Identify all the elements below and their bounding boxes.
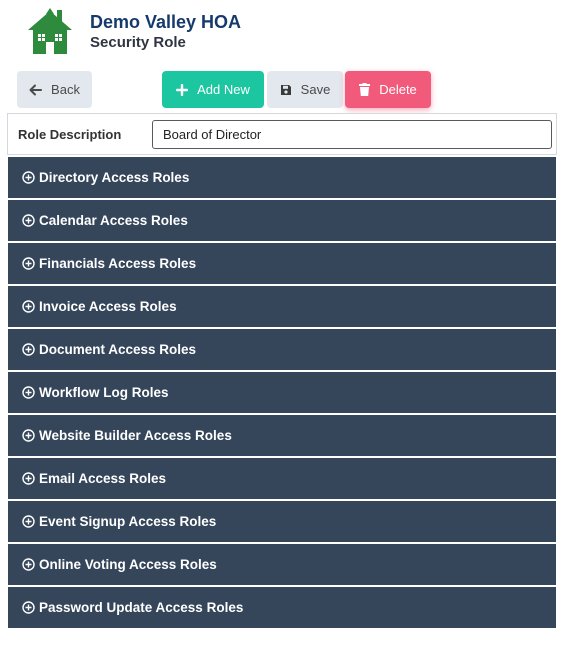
arrow-left-icon — [29, 84, 43, 95]
section-label: Password Update Access Roles — [39, 600, 244, 615]
plus-icon — [176, 83, 189, 96]
back-button[interactable]: Back — [17, 71, 92, 108]
delete-button[interactable]: Delete — [345, 71, 431, 108]
back-label: Back — [51, 82, 80, 97]
circle-plus-icon — [22, 429, 35, 442]
circle-plus-icon — [22, 386, 35, 399]
access-role-sections: Directory Access Roles Calendar Access Ro… — [8, 157, 556, 630]
section-label: Event Signup Access Roles — [39, 514, 217, 529]
page-title: Security Role — [90, 34, 186, 51]
circle-plus-icon — [22, 300, 35, 313]
section-header[interactable]: Online Voting Access Roles — [8, 544, 556, 585]
section-header[interactable]: Directory Access Roles — [8, 157, 556, 198]
circle-plus-icon — [22, 214, 35, 227]
section-header[interactable]: Invoice Access Roles — [8, 286, 556, 327]
section-label: Financials Access Roles — [39, 256, 197, 271]
save-label: Save — [300, 82, 331, 97]
section-label: Calendar Access Roles — [39, 213, 188, 228]
circle-plus-icon — [22, 515, 35, 528]
section-label: Online Voting Access Roles — [39, 557, 217, 572]
section-label: Workflow Log Roles — [39, 385, 169, 400]
section-label: Email Access Roles — [39, 471, 167, 486]
circle-plus-icon — [22, 601, 35, 614]
add-new-label: Add New — [197, 82, 250, 97]
section-label: Directory Access Roles — [39, 170, 190, 185]
circle-plus-icon — [22, 171, 35, 184]
house-logo-icon — [28, 8, 72, 54]
section-header[interactable]: Event Signup Access Roles — [8, 501, 556, 542]
circle-plus-icon — [22, 257, 35, 270]
section-header[interactable]: Document Access Roles — [8, 329, 556, 370]
delete-label: Delete — [379, 82, 417, 97]
section-header[interactable]: Password Update Access Roles — [8, 587, 556, 628]
add-new-button[interactable]: Add New — [162, 71, 264, 108]
role-description-input[interactable] — [152, 120, 552, 149]
role-description-label: Role Description — [18, 127, 122, 142]
section-header[interactable]: Website Builder Access Roles — [8, 415, 556, 456]
trash-icon — [359, 83, 371, 96]
circle-plus-icon — [22, 558, 35, 571]
section-label: Document Access Roles — [39, 342, 197, 357]
section-label: Website Builder Access Roles — [39, 428, 232, 443]
section-label: Invoice Access Roles — [39, 299, 177, 314]
role-description-row: Role Description — [7, 113, 557, 155]
save-button[interactable]: Save — [267, 71, 343, 108]
org-name: Demo Valley HOA — [90, 12, 242, 32]
section-header[interactable]: Calendar Access Roles — [8, 200, 556, 241]
header: Demo Valley HOA Security Role — [26, 8, 241, 56]
circle-plus-icon — [22, 343, 35, 356]
section-header[interactable]: Financials Access Roles — [8, 243, 556, 284]
section-header[interactable]: Workflow Log Roles — [8, 372, 556, 413]
circle-plus-icon — [22, 472, 35, 485]
floppy-disk-icon — [280, 84, 291, 95]
section-header[interactable]: Email Access Roles — [8, 458, 556, 499]
